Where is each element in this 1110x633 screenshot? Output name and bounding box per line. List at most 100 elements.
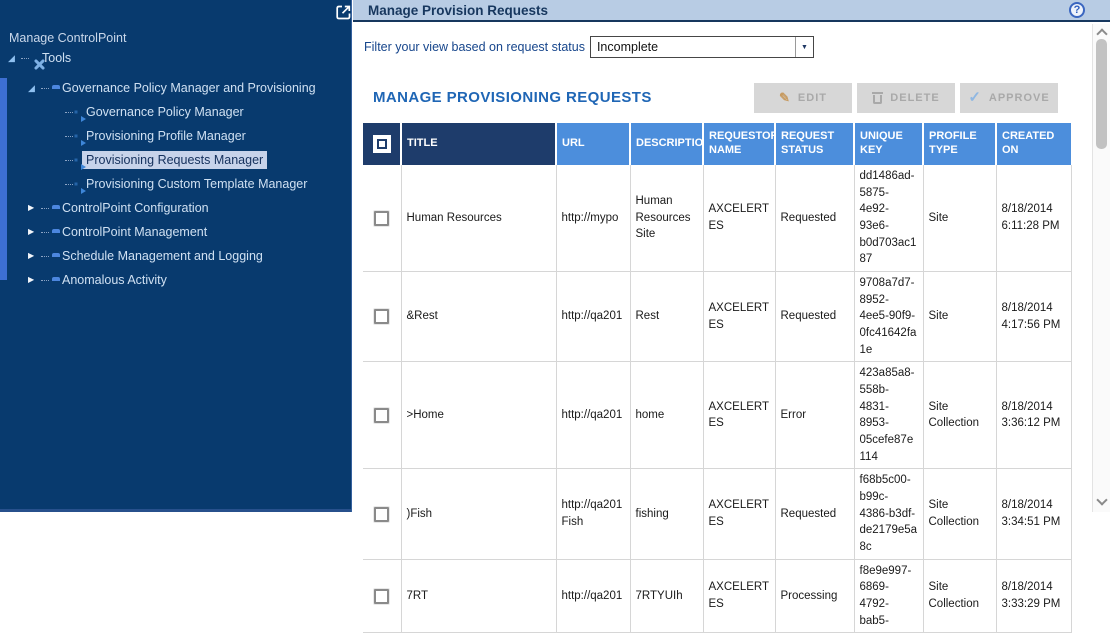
button-label: DELETE: [890, 92, 939, 104]
sidebar-item-label: ControlPoint Configuration: [58, 199, 213, 217]
cell-requestor: AXCELERTES: [703, 469, 775, 559]
sidebar-item-tools[interactable]: ◢ Tools: [0, 46, 343, 70]
tree-expanded-arrow-icon[interactable]: ◢: [8, 54, 21, 63]
action-buttons: ✎EDIT DELETE ✓APPROVE: [754, 83, 1058, 113]
cell-url: http://mypo: [556, 165, 630, 272]
column-header-url[interactable]: URL: [556, 123, 630, 165]
delete-button[interactable]: DELETE: [857, 83, 955, 113]
row-checkbox[interactable]: [374, 408, 389, 423]
vertical-scrollbar[interactable]: [1092, 24, 1110, 512]
cell-url: http://qa201: [556, 272, 630, 362]
column-header-unique-key[interactable]: UNIQUE KEY: [854, 123, 923, 165]
column-header-created-on[interactable]: CREATED ON: [996, 123, 1071, 165]
main-panel: Manage Provision Requests ? Filter your …: [353, 0, 1110, 512]
cell-title: &Rest: [401, 272, 556, 362]
row-checkbox[interactable]: [374, 589, 389, 604]
sidebar-item-governance-policy-manager[interactable]: Governance Policy Manager: [0, 100, 343, 124]
section-heading: MANAGE PROVISIONING REQUESTS: [373, 89, 652, 106]
tree-connector: [65, 136, 73, 137]
row-checkbox[interactable]: [374, 309, 389, 324]
row-select-cell: [363, 469, 401, 559]
sidebar-item-label: Governance Policy Manager: [82, 103, 248, 121]
cell-created_on: 8/18/2014 6:11:28 PM: [996, 165, 1071, 272]
cell-created_on: 8/18/2014 3:34:51 PM: [996, 469, 1071, 559]
sidebar-item-label: Tools: [38, 49, 75, 67]
sidebar-item-controlpoint-configuration[interactable]: ▶ ControlPoint Configuration: [0, 196, 343, 220]
cell-status: Requested: [775, 165, 854, 272]
sidebar-root-label: Manage ControlPoint: [9, 31, 126, 45]
table-row: )Fishhttp://qa201 FishfishingAXCELERTESR…: [363, 469, 1071, 559]
sidebar-tree: ◢ Tools ◢ Governance Policy Manager and Pro…: [0, 46, 343, 292]
cell-unique_key: 423a85a8-558b-4831-8953-05cefe87e114: [854, 362, 923, 469]
cell-url: http://qa201: [556, 362, 630, 469]
column-header-profile-type[interactable]: PROFILE TYPE: [923, 123, 996, 165]
cell-created_on: 8/18/2014 4:17:56 PM: [996, 272, 1071, 362]
column-header-description[interactable]: DESCRIPTION: [630, 123, 703, 165]
vertical-scrollbar-thumb[interactable]: [1096, 39, 1107, 149]
column-header-request-status[interactable]: REQUEST STATUS: [775, 123, 854, 165]
scroll-down-icon[interactable]: [1096, 494, 1107, 505]
filter-label: Filter your view based on request status: [364, 40, 585, 54]
sidebar-item-label: Governance Policy Manager and Provisioni…: [58, 79, 320, 97]
tree-collapsed-arrow-icon[interactable]: ▶: [28, 252, 41, 260]
row-checkbox[interactable]: [374, 507, 389, 522]
status-filter-dropdown[interactable]: Incomplete ▼: [590, 36, 814, 58]
sidebar-item-provisioning-custom-template-manager[interactable]: Provisioning Custom Template Manager: [0, 172, 343, 196]
tree-collapsed-arrow-icon[interactable]: ▶: [28, 204, 41, 212]
tree-connector: [41, 232, 49, 233]
cell-title: >Home: [401, 362, 556, 469]
sidebar-item-schedule-management-and-logging[interactable]: ▶ Schedule Management and Logging: [0, 244, 343, 268]
select-all-checkbox[interactable]: [373, 135, 391, 153]
tree-connector: [41, 256, 49, 257]
cell-status: Processing: [775, 559, 854, 633]
status-filter-value: Incomplete: [591, 40, 795, 54]
sidebar-item-governance-policy-manager-and-provisioning[interactable]: ◢ Governance Policy Manager and Provision…: [0, 76, 343, 100]
sidebar-item-provisioning-profile-manager[interactable]: Provisioning Profile Manager: [0, 124, 343, 148]
tree-collapsed-arrow-icon[interactable]: ▶: [28, 228, 41, 236]
cell-title: Human Resources: [401, 165, 556, 272]
row-select-cell: [363, 165, 401, 272]
cell-requestor: AXCELERTES: [703, 559, 775, 633]
sidebar-item-label: Provisioning Requests Manager: [82, 151, 267, 169]
cell-title: )Fish: [401, 469, 556, 559]
cell-description: 7RTYUIh: [630, 559, 703, 633]
cell-unique_key: 9708a7d7-8952-4ee5-90f9-0fc41642fa1e: [854, 272, 923, 362]
tree-expanded-arrow-icon[interactable]: ◢: [28, 84, 41, 93]
sidebar-item-label: Anomalous Activity: [58, 271, 171, 289]
approve-button[interactable]: ✓APPROVE: [960, 83, 1058, 113]
row-select-cell: [363, 272, 401, 362]
filter-row: Filter your view based on request status…: [364, 36, 814, 58]
chevron-down-icon: ▼: [795, 37, 813, 57]
sidebar-item-label: Schedule Management and Logging: [58, 247, 267, 265]
tree-collapsed-arrow-icon[interactable]: ▶: [28, 276, 41, 284]
requests-grid-wrap: TITLEURLDESCRIPTIONREQUESTOR NAMEREQUEST…: [363, 123, 1071, 633]
column-header-title[interactable]: TITLE: [401, 123, 556, 165]
panel-toggle-icon[interactable]: [334, 3, 353, 22]
cell-description: home: [630, 362, 703, 469]
cell-requestor: AXCELERTES: [703, 165, 775, 272]
cell-unique_key: dd1486ad-5875-4e92-93e6-b0d703ac187: [854, 165, 923, 272]
column-header-requestor-name[interactable]: REQUESTOR NAME: [703, 123, 775, 165]
cell-unique_key: f8e9e997-6869-4792-bab5-: [854, 559, 923, 633]
select-all-header: [363, 123, 401, 165]
sidebar-item-provisioning-requests-manager[interactable]: Provisioning Requests Manager: [0, 148, 343, 172]
scroll-up-icon[interactable]: [1096, 28, 1107, 39]
tree-connector: [65, 184, 73, 185]
edit-button[interactable]: ✎EDIT: [754, 83, 852, 113]
cell-requestor: AXCELERTES: [703, 362, 775, 469]
help-icon[interactable]: ?: [1069, 2, 1085, 18]
cell-profile_type: Site: [923, 272, 996, 362]
cell-url: http://qa201: [556, 559, 630, 633]
table-row: Human Resourceshttp://mypoHuman Resource…: [363, 165, 1071, 272]
cell-created_on: 8/18/2014 3:33:29 PM: [996, 559, 1071, 633]
button-label: APPROVE: [989, 92, 1050, 104]
row-select-cell: [363, 559, 401, 633]
row-checkbox[interactable]: [374, 211, 389, 226]
requests-table: TITLEURLDESCRIPTIONREQUESTOR NAMEREQUEST…: [363, 123, 1072, 633]
tree-connector: [65, 160, 73, 161]
sidebar-item-controlpoint-management[interactable]: ▶ControlPoint Management: [0, 220, 343, 244]
cell-created_on: 8/18/2014 3:36:12 PM: [996, 362, 1071, 469]
sidebar-item-label: Provisioning Custom Template Manager: [82, 175, 311, 193]
table-body: Human Resourceshttp://mypoHuman Resource…: [363, 165, 1071, 633]
sidebar-item-anomalous-activity[interactable]: ▶ Anomalous Activity: [0, 268, 343, 292]
